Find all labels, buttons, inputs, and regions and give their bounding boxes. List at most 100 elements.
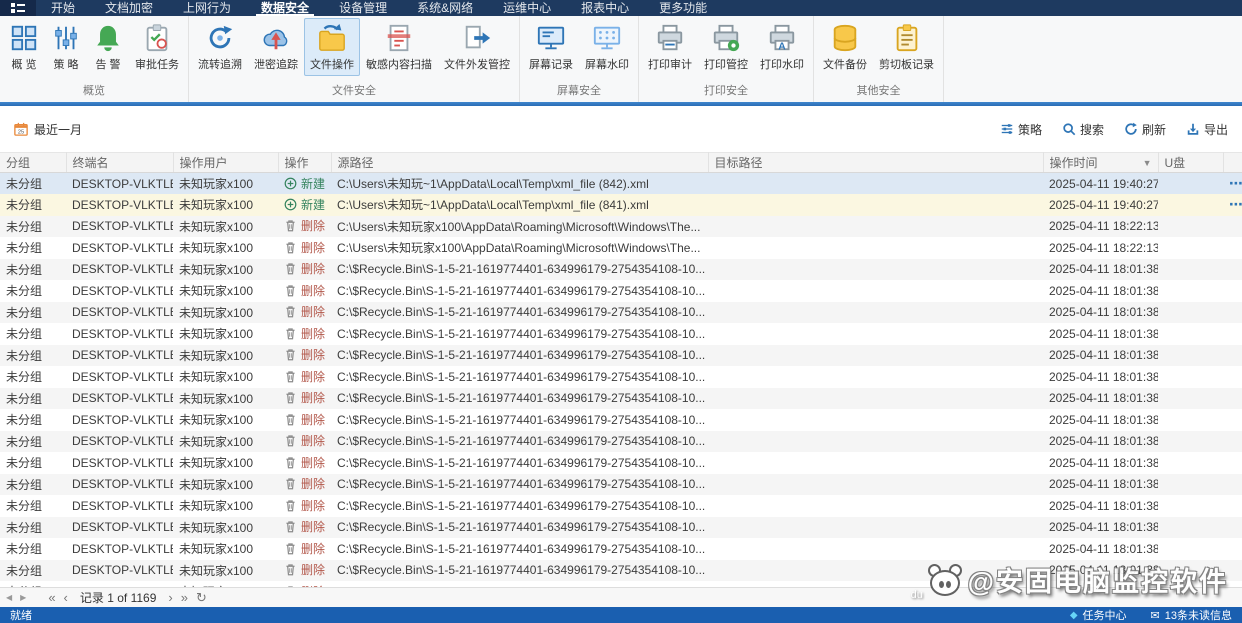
print-watermark-icon: A (767, 23, 797, 53)
ribbon-button-approval-tasks[interactable]: 审批任务 (129, 18, 185, 76)
h-scroll-right-button[interactable]: ▶ (20, 593, 26, 602)
table-row[interactable]: 未分组DESKTOP-VLKTLE1未知玩家x100删除C:\$Recycle.… (0, 581, 1242, 587)
app-menu-button[interactable] (0, 0, 36, 16)
ribbon-button-file-operations[interactable]: 文件操作 (304, 18, 360, 76)
menu-tab-system-network[interactable]: 系统&网络 (402, 0, 488, 16)
table-header-row: 分组 终端名 操作用户 操作 源路径 目标路径 操作时间 ▼ U盘 (0, 152, 1242, 173)
menu-tabs: 开始 文档加密 上网行为 数据安全 设备管理 系统&网络 运维中心 报表中心 更多功能 (36, 0, 722, 16)
table-row[interactable]: 未分组DESKTOP-VLKTLE1未知玩家x100删除C:\$Recycle.… (0, 344, 1242, 366)
table-row[interactable]: 未分组DESKTOP-VLKTLE1未知玩家x100删除C:\$Recycle.… (0, 323, 1242, 345)
table-row[interactable]: 未分组DESKTOP-VLKTLE1未知玩家x100删除C:\$Recycle.… (0, 366, 1242, 388)
table-row[interactable]: 未分组DESKTOP-VLKTLE1未知玩家x100删除C:\$Recycle.… (0, 559, 1242, 581)
table-row[interactable]: 未分组 DESKTOP-VLKTLE1 未知玩家x100 删除 C:\Users\未知玩… (0, 215, 1242, 237)
table-row[interactable]: 未分组DESKTOP-VLKTLE1未知玩家x100删除C:\$Recycle.… (0, 495, 1242, 517)
ribbon-button-file-backup[interactable]: 文件备份 (817, 18, 873, 76)
menu-tab-report-center[interactable]: 报表中心 (566, 0, 644, 16)
cell-user: 未知玩家x100 (179, 177, 254, 191)
column-header-operation[interactable]: 操作 (278, 152, 332, 173)
menu-tab-web-behavior[interactable]: 上网行为 (168, 0, 246, 16)
cell-op-time: 2025-04-11 18:01:38 (1049, 455, 1158, 470)
ribbon-button-policy[interactable]: 策 略 (45, 18, 87, 76)
column-header-op-time[interactable]: 操作时间 ▼ (1043, 152, 1159, 173)
first-page-button[interactable]: « (48, 591, 55, 604)
cell-op-time: 2025-04-11 18:01:38 (1049, 369, 1158, 384)
table-row[interactable]: 未分组DESKTOP-VLKTLE1未知玩家x100删除C:\$Recycle.… (0, 409, 1242, 431)
cell-op-time: 2025-04-11 18:01:38 (1049, 305, 1158, 320)
table-row[interactable]: 未分组DESKTOP-VLKTLE1未知玩家x100删除C:\$Recycle.… (0, 452, 1242, 474)
task-center-label: 任务中心 (1082, 610, 1127, 622)
unread-messages-button[interactable]: ✉ 13条未读信息 (1151, 607, 1232, 623)
menu-tab-data-security[interactable]: 数据安全 (246, 0, 324, 16)
cell-terminal: DESKTOP-VLKTLE1 (72, 541, 173, 556)
task-center-button[interactable]: ◆ 任务中心 (1070, 607, 1127, 623)
table-row[interactable]: 未分组 DESKTOP-VLKTLE1 未知玩家x100 新建 C:\Users\未知玩… (0, 172, 1242, 194)
search-icon (1062, 122, 1076, 136)
delete-icon (284, 585, 297, 587)
table-row[interactable]: 未分组 DESKTOP-VLKTLE1 未知玩家x100 删除 C:\Users\未知玩… (0, 237, 1242, 259)
row-actions-button[interactable]: ⋯ (1229, 196, 1242, 212)
column-header-user[interactable]: 操作用户 (173, 152, 279, 173)
cell-row-actions (1223, 474, 1242, 496)
cell-target-path (708, 452, 1043, 474)
menu-tab-ops-center[interactable]: 运维中心 (488, 0, 566, 16)
export-icon (1186, 122, 1200, 136)
ribbon-button-file-send-control[interactable]: 文件外发管控 (438, 18, 516, 76)
ribbon-button-leak-trace[interactable]: 泄密追踪 (248, 18, 304, 76)
table-row[interactable]: 未分组DESKTOP-VLKTLE1未知玩家x100删除C:\$Recycle.… (0, 301, 1242, 323)
table-row[interactable]: 未分组 DESKTOP-VLKTLE1 未知玩家x100 新建 C:\Users\未知玩… (0, 194, 1242, 216)
cell-op-time: 2025-04-11 18:01:38 (1049, 348, 1158, 363)
ribbon-button-screen-watermark[interactable]: 屏幕水印 (579, 18, 635, 76)
cell-terminal: DESKTOP-VLKTLE1 (72, 240, 173, 255)
column-header-source-path[interactable]: 源路径 (331, 152, 709, 173)
delete-icon (284, 370, 297, 383)
ribbon-button-print-control[interactable]: 打印管控 (698, 18, 754, 76)
cell-op-time: 2025-04-11 18:01:38 (1049, 520, 1158, 535)
ribbon-button-clipboard-record[interactable]: 剪切板记录 (873, 18, 940, 76)
cell-source-path: C:\Users\未知玩~1\AppData\Local\Temp\xml_fi… (337, 177, 649, 191)
column-header-terminal[interactable]: 终端名 (66, 152, 174, 173)
menu-tab-start[interactable]: 开始 (36, 0, 90, 16)
table-row[interactable]: 未分组DESKTOP-VLKTLE1未知玩家x100删除C:\$Recycle.… (0, 387, 1242, 409)
prev-page-button[interactable]: ‹ (64, 591, 68, 604)
export-button[interactable]: 导出 (1186, 121, 1228, 138)
last-page-button[interactable]: » (181, 591, 188, 604)
table-row[interactable]: 未分组DESKTOP-VLKTLE1未知玩家x100删除C:\$Recycle.… (0, 280, 1242, 302)
cell-target-path (708, 259, 1043, 281)
cell-op-time: 2025-04-11 19:40:27 (1049, 197, 1158, 212)
date-range-filter[interactable]: 25 最近一月 (14, 121, 82, 138)
cell-row-actions (1223, 323, 1242, 345)
screen-record-icon (536, 23, 566, 53)
reload-page-button[interactable]: ↻ (196, 591, 207, 604)
search-button[interactable]: 搜索 (1062, 121, 1104, 138)
cell-source-path: C:\$Recycle.Bin\S-1-5-21-1619774401-6349… (337, 520, 706, 535)
ribbon-button-print-watermark[interactable]: A 打印水印 (754, 18, 810, 76)
table-row[interactable]: 未分组DESKTOP-VLKTLE1未知玩家x100删除C:\$Recycle.… (0, 258, 1242, 281)
cell-terminal: DESKTOP-VLKTLE1 (72, 219, 173, 234)
table-row[interactable]: 未分组DESKTOP-VLKTLE1未知玩家x100删除C:\$Recycle.… (0, 430, 1242, 452)
next-page-button[interactable]: › (168, 591, 172, 604)
row-actions-button[interactable]: ⋯ (1229, 175, 1242, 191)
cell-target-path (708, 495, 1043, 517)
column-filter-icon[interactable]: ▼ (1143, 158, 1152, 168)
ribbon-button-flow-trace[interactable]: 流转追溯 (192, 18, 248, 76)
h-scroll-left-button[interactable]: ◀ (6, 593, 12, 602)
menu-tab-more-features[interactable]: 更多功能 (644, 0, 722, 16)
ribbon-button-alert[interactable]: 告 警 (87, 18, 129, 76)
cell-group: 未分组 (0, 581, 66, 587)
column-header-group[interactable]: 分组 (0, 152, 67, 173)
ribbon-button-print-audit[interactable]: 打印审计 (642, 18, 698, 76)
menu-tab-doc-encrypt[interactable]: 文档加密 (90, 0, 168, 16)
ribbon-button-sensitive-scan[interactable]: 敏感内容扫描 (360, 18, 438, 76)
table-row[interactable]: 未分组DESKTOP-VLKTLE1未知玩家x100删除C:\$Recycle.… (0, 516, 1242, 539)
refresh-button[interactable]: 刷新 (1124, 121, 1166, 138)
cell-operation: 删除 (278, 517, 331, 539)
table-row[interactable]: 未分组DESKTOP-VLKTLE1未知玩家x100删除C:\$Recycle.… (0, 538, 1242, 560)
policy-button[interactable]: 策略 (1000, 121, 1042, 138)
cell-user: 未知玩家x100 (179, 348, 254, 363)
ribbon-button-screen-record[interactable]: 屏幕记录 (523, 18, 579, 76)
table-row[interactable]: 未分组DESKTOP-VLKTLE1未知玩家x100删除C:\$Recycle.… (0, 473, 1242, 496)
column-header-usb[interactable]: U盘 (1158, 152, 1224, 173)
column-header-target-path[interactable]: 目标路径 (708, 152, 1044, 173)
ribbon-button-overview[interactable]: 概 览 (3, 18, 45, 76)
menu-tab-device-mgmt[interactable]: 设备管理 (324, 0, 402, 16)
